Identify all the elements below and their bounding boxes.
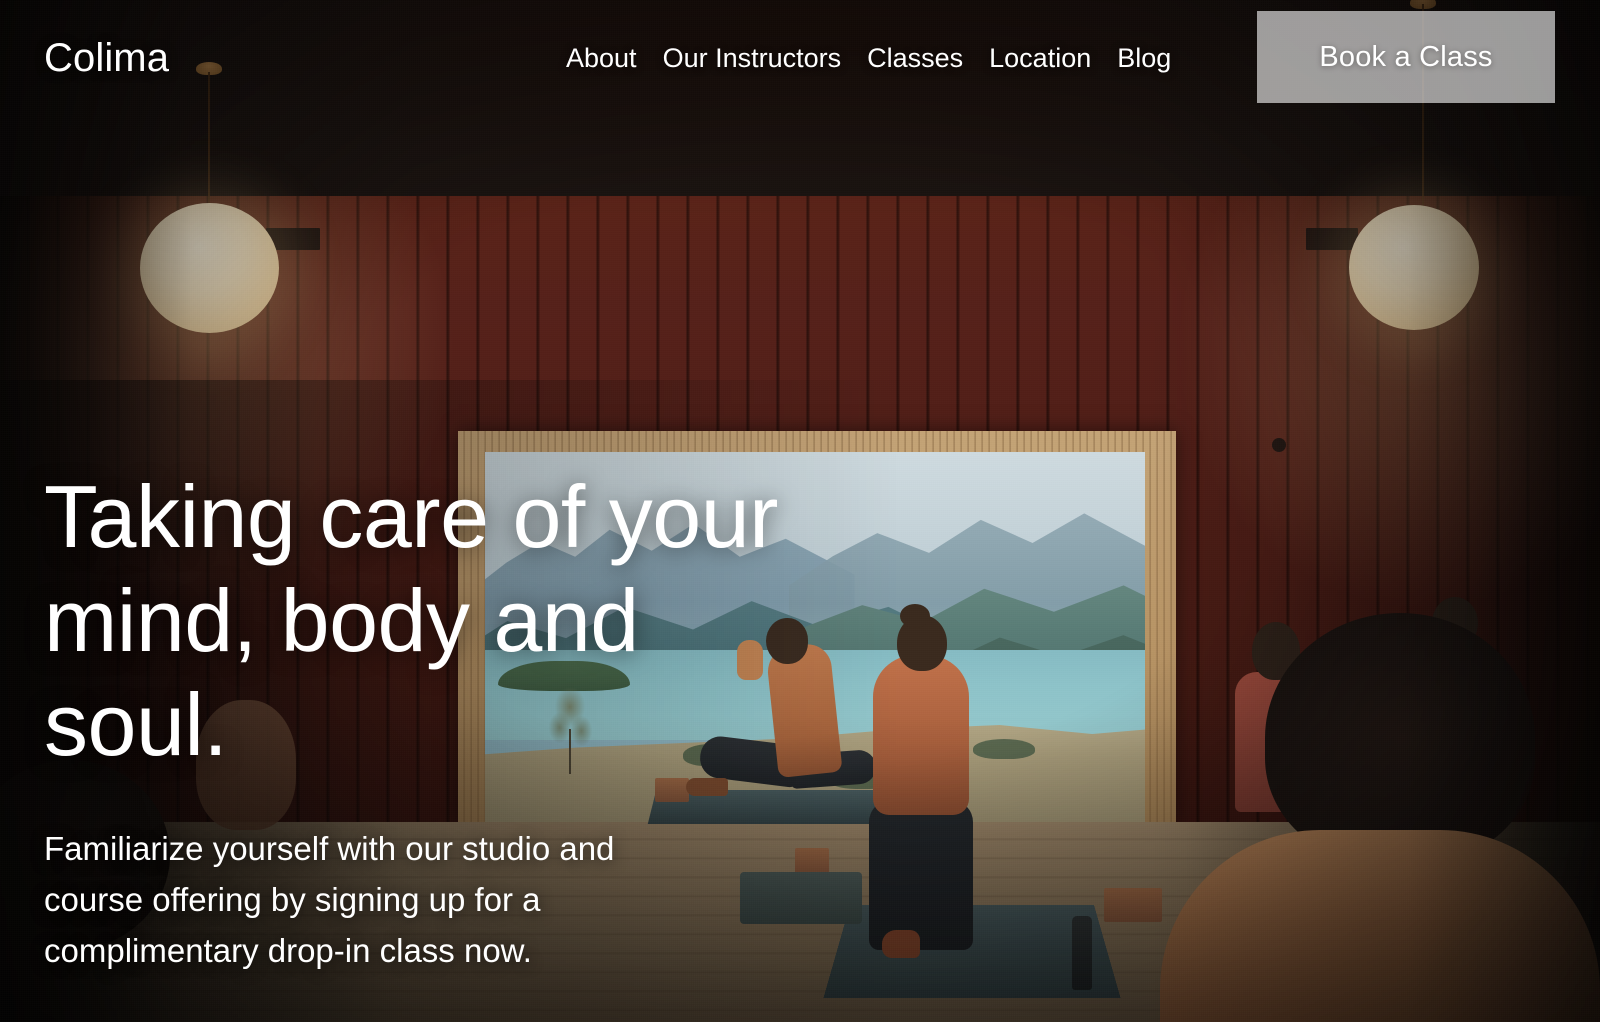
wall-fixture-right xyxy=(1272,438,1286,452)
foreground-attendee-head xyxy=(1265,613,1535,863)
cork-block-right xyxy=(1104,888,1162,922)
folded-blanket xyxy=(740,872,862,924)
hero-subcopy-line-3: complimentary drop-in class now. xyxy=(44,932,532,969)
cork-block-back xyxy=(655,778,689,802)
book-a-class-button[interactable]: Book a Class xyxy=(1257,11,1555,103)
hero-headline-line-2: mind, body and xyxy=(44,571,639,670)
yogi-center-legs xyxy=(869,800,973,950)
hero-subcopy-line-1: Familiarize yourself with our studio and xyxy=(44,830,615,867)
nav-item-location[interactable]: Location xyxy=(989,41,1091,75)
hero-headline: Taking care of your mind, body and soul. xyxy=(44,465,804,777)
book-a-class-label: Book a Class xyxy=(1319,40,1493,73)
site-header: Colima About Our Instructors Classes Loc… xyxy=(0,0,1600,114)
yogi-center-hair-bun xyxy=(900,604,930,628)
hero-subcopy: Familiarize yourself with our studio and… xyxy=(44,823,744,976)
shore-scrub-3 xyxy=(973,738,1036,759)
water-bottle xyxy=(1072,916,1092,990)
nav-item-about[interactable]: About xyxy=(566,41,637,75)
nav-item-our-instructors[interactable]: Our Instructors xyxy=(663,41,842,75)
hero-section: Colima About Our Instructors Classes Loc… xyxy=(0,0,1600,1022)
yogi-center-torso xyxy=(873,655,969,815)
hero-headline-line-1: Taking care of your xyxy=(44,467,779,566)
hero-subcopy-line-2: course offering by signing up for a xyxy=(44,881,541,918)
nav-item-blog[interactable]: Blog xyxy=(1117,41,1171,75)
nav-item-classes[interactable]: Classes xyxy=(867,41,963,75)
yogi-left-foot xyxy=(686,778,728,796)
wall-vent-right xyxy=(1306,228,1358,250)
primary-navigation: About Our Instructors Classes Location B… xyxy=(566,41,1171,75)
hero-headline-line-3: soul. xyxy=(44,675,228,774)
pendant-globe-right xyxy=(1349,205,1479,330)
yogi-center-foot xyxy=(882,930,920,958)
pendant-globe-left xyxy=(140,203,279,333)
brand-logo[interactable]: Colima xyxy=(44,38,169,78)
hero-copy-block: Taking care of your mind, body and soul. xyxy=(44,465,804,777)
